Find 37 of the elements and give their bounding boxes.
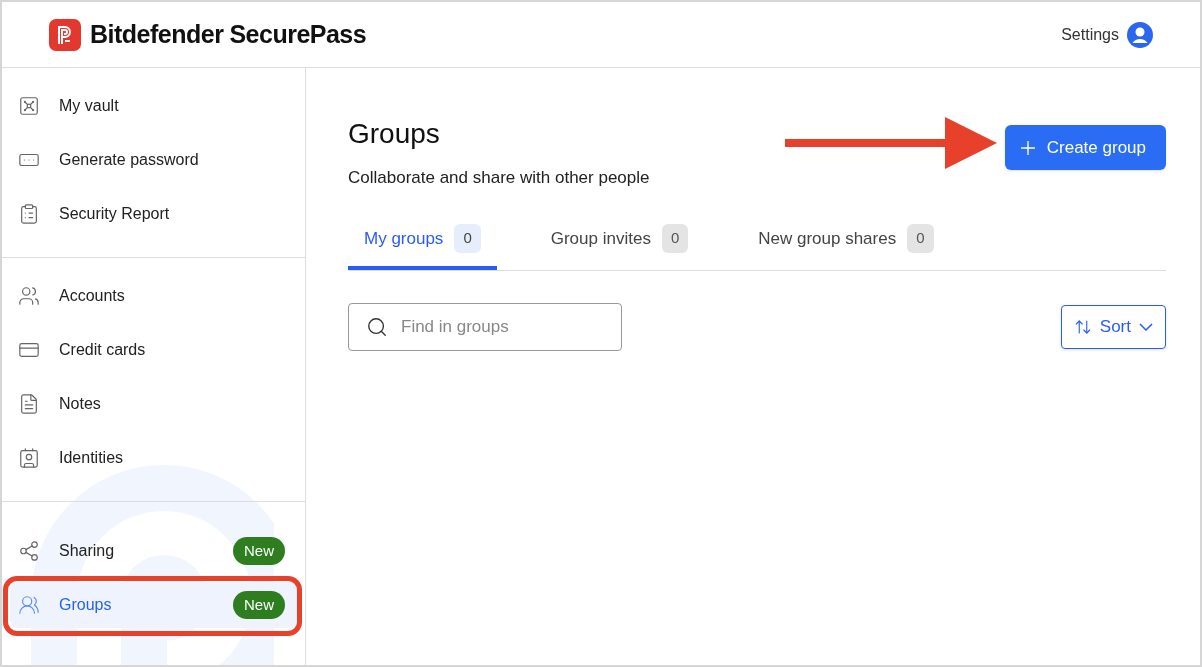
sidebar-item[interactable]: My vault — [10, 83, 297, 129]
count-badge: 0 — [907, 224, 934, 253]
sidebar-item[interactable]: Identities — [10, 435, 297, 481]
sidebar-item[interactable]: Notes — [10, 381, 297, 427]
page-subtitle: Collaborate and share with other people — [348, 167, 650, 189]
search-icon — [366, 315, 388, 338]
settings-button[interactable]: Settings — [1061, 21, 1153, 48]
tab[interactable]: New group shares 0 — [742, 211, 950, 270]
sidebar-item[interactable]: Sharing New — [10, 528, 297, 574]
tab[interactable]: My groups 0 — [348, 211, 497, 270]
id-card-icon — [18, 447, 40, 469]
brand-name: Bitdefender — [90, 18, 224, 50]
new-badge: New — [233, 536, 285, 566]
user-avatar-icon — [1127, 21, 1153, 48]
sidebar-item[interactable]: Groups New — [10, 582, 297, 628]
tab[interactable]: Group invites 0 — [534, 211, 705, 270]
document-icon — [18, 393, 40, 415]
create-group-button[interactable]: Create group — [1004, 125, 1166, 170]
people-icon — [18, 285, 40, 307]
sidebar-item[interactable]: Generate password — [10, 137, 297, 183]
clipboard-icon — [18, 203, 40, 225]
new-badge: New — [233, 590, 285, 620]
share-icon — [18, 540, 40, 562]
count-badge: 0 — [661, 224, 689, 253]
sidebar-item[interactable]: Security Report — [10, 191, 297, 237]
page-title: Groups — [348, 117, 441, 151]
product-name: SecurePass — [229, 18, 367, 50]
chevron-down-icon — [1139, 322, 1153, 331]
sidebar-item[interactable]: Accounts — [10, 273, 297, 319]
vault-icon — [18, 95, 40, 117]
count-badge: 0 — [454, 224, 481, 253]
sort-button[interactable]: Sort — [1060, 304, 1166, 349]
sort-arrows-icon — [1073, 317, 1092, 336]
people-group-icon — [18, 594, 40, 616]
search-field[interactable]: Find in groups — [348, 302, 622, 351]
sidebar-item[interactable]: Credit cards — [10, 327, 297, 373]
logo-icon — [49, 18, 81, 51]
